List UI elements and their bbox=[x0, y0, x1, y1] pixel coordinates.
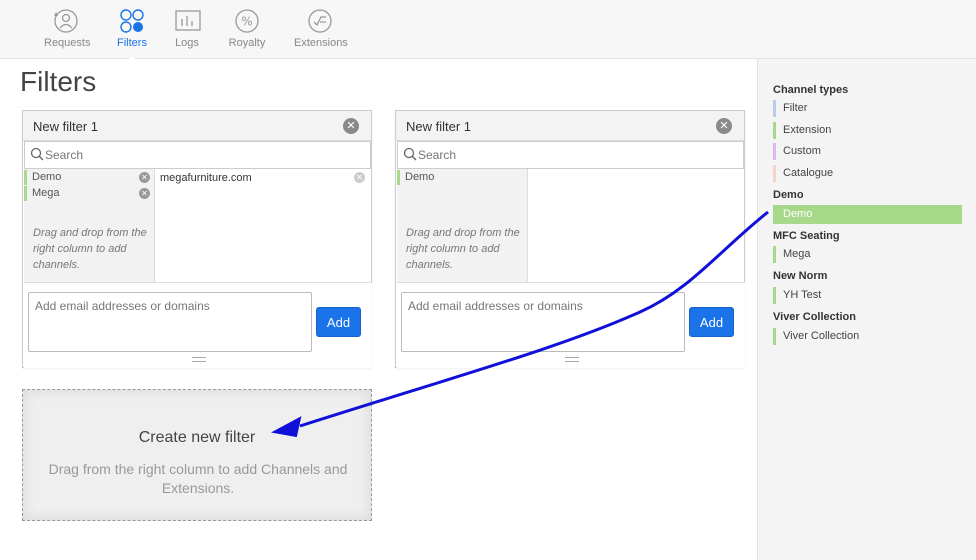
sidebar-channel-mega[interactable]: Mega bbox=[773, 246, 811, 263]
remove-icon[interactable]: ✕ bbox=[139, 188, 150, 199]
channel-types-heading: Channel types bbox=[773, 84, 849, 96]
channel-type-filter: Filter bbox=[773, 100, 807, 117]
nav-item-filters[interactable]: Filters bbox=[115, 8, 149, 62]
resize-handle-icon[interactable] bbox=[565, 357, 579, 362]
logs-icon bbox=[175, 10, 201, 31]
create-filter-title: Create new filter bbox=[138, 429, 256, 446]
resize-handle-icon[interactable] bbox=[192, 357, 206, 362]
create-filter-dropzone[interactable]: Create new filter Drag from the right co… bbox=[22, 389, 372, 521]
remove-icon[interactable]: ✕ bbox=[139, 172, 150, 183]
close-icon[interactable]: ✕ bbox=[343, 118, 359, 134]
sidebar-channel-demo[interactable]: Demo bbox=[773, 205, 962, 224]
nav-label-filters: Filters bbox=[117, 37, 147, 49]
channel-list: Demo Drag and drop from the right column… bbox=[397, 169, 528, 282]
page-title: Filters bbox=[20, 66, 97, 97]
channel-item[interactable]: Mega ✕ bbox=[24, 186, 154, 201]
nav-label-requests: Requests bbox=[44, 37, 91, 49]
sidebar-channel-viver-collection[interactable]: Viver Collection bbox=[773, 328, 859, 345]
filter-card: New filter 1 ✕ Demo Drag and drop from t… bbox=[395, 110, 745, 368]
filter-card: New filter 1 ✕ Demo ✕ Mega ✕ Drag and dr… bbox=[22, 110, 372, 368]
nav-item-logs[interactable]: Logs bbox=[174, 8, 201, 49]
filters-icon bbox=[120, 9, 144, 33]
drag-hint: Drag and drop from the right column to a… bbox=[406, 227, 520, 271]
remove-icon[interactable]: ✕ bbox=[354, 172, 365, 183]
email-section: Add bbox=[24, 282, 372, 368]
sidebar-channel-yh-test[interactable]: YH Test bbox=[773, 287, 821, 304]
filter-title[interactable]: New filter 1 bbox=[406, 119, 471, 134]
nav-item-requests[interactable]: Requests bbox=[44, 8, 91, 49]
domain-item[interactable]: megafurniture.com ✕ bbox=[156, 170, 371, 186]
requests-icon bbox=[54, 9, 78, 33]
domain-list: megafurniture.com ✕ bbox=[156, 169, 371, 282]
channel-label: Mega bbox=[32, 187, 60, 199]
royalty-icon: % bbox=[235, 9, 259, 33]
channel-label: Demo bbox=[405, 171, 435, 183]
drag-hint: Drag and drop from the right column to a… bbox=[33, 227, 147, 271]
group-heading: MFC Seating bbox=[773, 230, 840, 242]
domain-label: megafurniture.com bbox=[160, 172, 252, 184]
group-heading: Demo bbox=[773, 189, 804, 201]
svg-text:%: % bbox=[241, 15, 252, 29]
add-button[interactable]: Add bbox=[689, 307, 734, 337]
email-input[interactable] bbox=[28, 292, 312, 352]
search-input[interactable] bbox=[45, 146, 345, 164]
nav-item-extensions[interactable]: Extensions bbox=[294, 8, 348, 49]
nav-label-extensions: Extensions bbox=[294, 37, 348, 49]
nav-label-royalty: Royalty bbox=[228, 37, 266, 49]
add-button[interactable]: Add bbox=[316, 307, 361, 337]
group-heading: New Norm bbox=[773, 270, 828, 282]
channel-item[interactable]: Demo bbox=[397, 170, 527, 185]
channel-sidebar: Channel types Filter Extension Custom Ca… bbox=[757, 59, 976, 560]
active-indicator bbox=[125, 56, 139, 62]
group-heading: Viver Collection bbox=[773, 311, 856, 323]
domain-list bbox=[529, 169, 744, 282]
extensions-icon bbox=[308, 9, 332, 33]
search-field[interactable] bbox=[397, 141, 744, 169]
channel-label: Demo bbox=[32, 171, 62, 183]
filter-card-header: New filter 1 ✕ bbox=[23, 111, 371, 141]
top-navigation: Requests Filters Logs % Royalty Extensio… bbox=[0, 0, 976, 62]
search-input[interactable] bbox=[418, 146, 718, 164]
channel-list: Demo ✕ Mega ✕ Drag and drop from the rig… bbox=[24, 169, 155, 282]
search-icon bbox=[30, 147, 44, 161]
search-field[interactable] bbox=[24, 141, 371, 169]
channel-type-custom: Custom bbox=[773, 143, 821, 160]
email-input[interactable] bbox=[401, 292, 685, 352]
nav-label-logs: Logs bbox=[175, 37, 199, 49]
channel-type-catalogue: Catalogue bbox=[773, 165, 833, 182]
close-icon[interactable]: ✕ bbox=[716, 118, 732, 134]
email-section: Add bbox=[397, 282, 745, 368]
filter-card-header: New filter 1 ✕ bbox=[396, 111, 744, 141]
channel-item[interactable]: Demo ✕ bbox=[24, 170, 154, 185]
channel-type-extension: Extension bbox=[773, 122, 831, 139]
create-filter-hint: Drag from the right column to add Channe… bbox=[48, 461, 348, 496]
nav-item-royalty[interactable]: % Royalty bbox=[228, 8, 266, 49]
search-icon bbox=[403, 147, 417, 161]
filter-title[interactable]: New filter 1 bbox=[33, 119, 98, 134]
